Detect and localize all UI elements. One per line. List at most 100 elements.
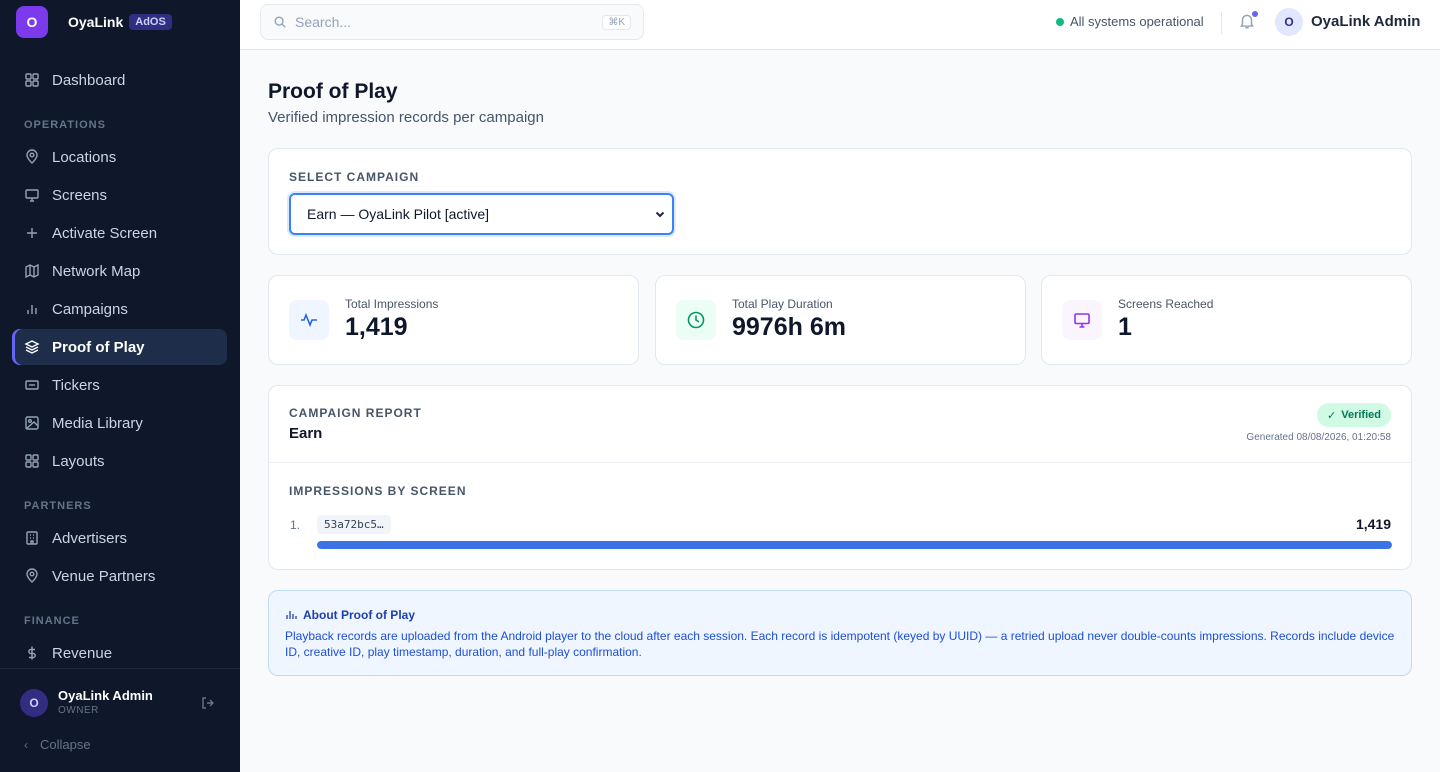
impressions-bar: [317, 541, 1392, 549]
clock-icon: [676, 300, 716, 340]
sidebar-item-label: Dashboard: [52, 71, 126, 89]
row-value: 1,419: [1355, 516, 1391, 532]
info-title-text: About Proof of Play: [303, 608, 415, 622]
chevron-left-icon: ‹: [24, 737, 28, 752]
sidebar-item-label: Venue Partners: [52, 567, 156, 585]
search-icon: [273, 15, 287, 29]
sidebar-item-label: Advertisers: [52, 529, 128, 547]
divider: [269, 462, 1411, 463]
search-shortcut: ⌘K: [602, 14, 631, 30]
sidebar-item-label: Locations: [52, 148, 117, 166]
status-badge: ✓ Verified: [1317, 403, 1391, 427]
user-name: OyaLink Admin: [58, 688, 153, 703]
user-role: OWNER: [58, 705, 99, 716]
sidebar-item-label: Proof of Play: [52, 338, 145, 356]
status-text: All systems operational: [1070, 14, 1204, 29]
sidebar-item-network-map[interactable]: Network Map: [12, 253, 227, 289]
chevron-down-icon: [654, 207, 666, 223]
collapse-label: Collapse: [40, 737, 91, 752]
system-status: All systems operational: [1056, 14, 1204, 29]
building-icon: [24, 530, 40, 546]
sidebar-item-label: Campaigns: [52, 300, 128, 318]
monitor-icon: [1062, 300, 1102, 340]
layers-icon: [24, 339, 40, 355]
image-icon: [24, 415, 40, 431]
layout-icon: [24, 453, 40, 469]
info-text: Playback records are uploaded from the A…: [285, 629, 1395, 659]
stat-label: Screens Reached: [1118, 297, 1214, 311]
campaign-select-card: SELECT CAMPAIGN Earn — OyaLink Pilot [ac…: [268, 148, 1412, 255]
bar-chart-icon: [24, 301, 40, 317]
section-operations: OPERATIONS: [24, 119, 106, 131]
status-dot: [1056, 17, 1064, 26]
select-campaign-label: SELECT CAMPAIGN: [289, 170, 420, 184]
brand[interactable]: O OyaLink AdOS: [0, 0, 240, 44]
sidebar-item-media-library[interactable]: Media Library: [12, 405, 227, 441]
info-title: About Proof of Play: [285, 608, 415, 622]
section-partners: PARTNERS: [24, 500, 92, 512]
sidebar-item-tickers[interactable]: Tickers: [12, 367, 227, 403]
dollar-icon: [24, 645, 40, 661]
brand-badge: AdOS: [129, 14, 172, 30]
page-title: Proof of Play: [268, 80, 398, 103]
sidebar-item-label: Activate Screen: [52, 224, 158, 242]
monitor-icon: [24, 187, 40, 203]
sidebar-item-label: Network Map: [52, 262, 141, 280]
campaign-select-value: Earn — OyaLink Pilot [active]: [307, 206, 490, 222]
sidebar-item-venue-partners[interactable]: Venue Partners: [12, 558, 227, 594]
check-icon: ✓: [1327, 409, 1337, 422]
brand-name: OyaLink: [68, 14, 124, 30]
impressions-bar-fill: [317, 541, 1392, 549]
generated-timestamp: Generated 08/08/2026, 01:20:58: [1246, 432, 1391, 443]
sidebar-item-proof-of-play[interactable]: Proof of Play: [12, 329, 227, 365]
report-campaign-name: Earn: [289, 425, 323, 442]
sidebar-item-locations[interactable]: Locations: [12, 139, 227, 175]
activity-icon: [289, 300, 329, 340]
sidebar-item-label: Layouts: [52, 452, 105, 470]
sidebar-item-screens[interactable]: Screens: [12, 177, 227, 213]
campaign-report-card: CAMPAIGN REPORT Earn ✓ Verified Generate…: [268, 385, 1412, 570]
sidebar-item-revenue[interactable]: Revenue: [12, 635, 227, 671]
divider: [1221, 12, 1222, 34]
search-placeholder: Search...: [295, 14, 352, 30]
grid-icon: [24, 72, 40, 88]
ticker-icon: [24, 377, 40, 393]
screen-id[interactable]: 53a72bc5…: [317, 515, 391, 534]
stat-value: 1,419: [345, 313, 408, 341]
row-rank: 1.: [290, 518, 301, 532]
avatar[interactable]: O: [1275, 8, 1303, 36]
page-subtitle: Verified impression records per campaign: [268, 109, 544, 126]
notification-dot: [1252, 11, 1258, 17]
stat-card-total-play-duration: Total Play Duration 9976h 6m: [655, 275, 1026, 365]
sidebar-footer: O OyaLink Admin OWNER ‹ Collapse: [0, 668, 240, 772]
bell-icon[interactable]: [1238, 11, 1258, 35]
sidebar-item-campaigns[interactable]: Campaigns: [12, 291, 227, 327]
stat-card-total-impressions: Total Impressions 1,419: [268, 275, 639, 365]
sidebar-item-label: Screens: [52, 186, 108, 204]
stat-label: Total Play Duration: [732, 297, 833, 311]
section-finance: FINANCE: [24, 615, 80, 627]
topbar: Search... ⌘K All systems operational O O…: [240, 0, 1440, 50]
map-icon: [24, 263, 40, 279]
stat-value: 1: [1118, 313, 1132, 341]
logout-icon[interactable]: [200, 695, 216, 716]
collapse-button[interactable]: ‹ Collapse: [24, 737, 91, 752]
avatar[interactable]: O: [20, 689, 48, 717]
stat-card-screens-reached: Screens Reached 1: [1041, 275, 1412, 365]
sidebar-item-label: Media Library: [52, 414, 143, 432]
stat-label: Total Impressions: [345, 297, 439, 311]
campaign-report-label: CAMPAIGN REPORT: [289, 406, 422, 420]
sidebar-item-advertisers[interactable]: Advertisers: [12, 520, 227, 556]
campaign-select[interactable]: Earn — OyaLink Pilot [active]: [289, 193, 674, 235]
sidebar-item-label: Revenue: [52, 644, 113, 662]
impressions-by-screen-label: IMPRESSIONS BY SCREEN: [289, 484, 467, 498]
sidebar-item-label: Tickers: [52, 376, 100, 394]
brand-logo: O: [16, 6, 48, 38]
sidebar-item-dashboard[interactable]: Dashboard: [12, 62, 227, 98]
sidebar-item-activate-screen[interactable]: Activate Screen: [12, 215, 227, 251]
search-input[interactable]: Search... ⌘K: [260, 4, 644, 40]
verified-label: Verified: [1341, 409, 1381, 421]
user-menu[interactable]: OyaLink Admin: [1311, 13, 1420, 30]
sidebar-item-layouts[interactable]: Layouts: [12, 443, 227, 479]
sidebar: O OyaLink AdOS Dashboard OPERATIONS Loca…: [0, 0, 240, 772]
